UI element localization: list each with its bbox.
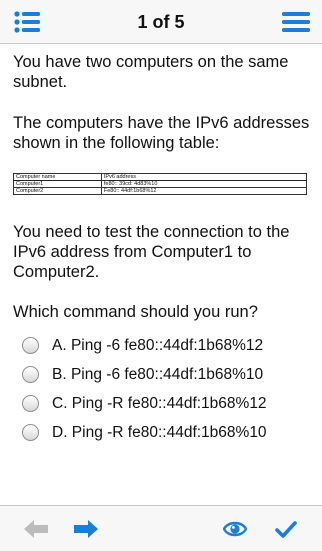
ip-address-table: Computer name IPv6 address Computer1 fe8… bbox=[13, 173, 308, 195]
top-bar: 1 of 5 bbox=[0, 0, 322, 44]
table-cell: fe80:: 39cd: 4d83%10 bbox=[100, 180, 308, 188]
question-paragraph-1: You have two computers on the same subne… bbox=[13, 53, 289, 91]
column-header: IPv6 address bbox=[100, 173, 308, 181]
arrow-left-icon[interactable] bbox=[24, 519, 48, 539]
option-label: B. Ping -6 fe80::44df:1b68%10 bbox=[52, 365, 264, 383]
eye-icon[interactable] bbox=[223, 519, 247, 539]
question-paragraph-2: The computers have the IPv6 addresses sh… bbox=[13, 114, 310, 152]
answer-options: A. Ping -6 fe80::44df:1b68%12 B. Ping -6… bbox=[22, 331, 312, 447]
page-title: 1 of 5 bbox=[137, 12, 185, 32]
table-cell: Computer1 bbox=[13, 180, 102, 188]
question-prompt: Which command should you run? bbox=[13, 303, 258, 321]
radio-button[interactable] bbox=[22, 337, 39, 354]
answer-option-b[interactable]: B. Ping -6 fe80::44df:1b68%10 bbox=[22, 360, 312, 389]
table-row: Computer2 Fe80:: 44df:1b68%12 bbox=[13, 187, 308, 195]
table-row: Computer1 fe80:: 39cd: 4d83%10 bbox=[13, 180, 308, 188]
radio-button[interactable] bbox=[22, 366, 39, 383]
menu-icon[interactable] bbox=[282, 10, 310, 34]
answer-option-c[interactable]: C. Ping -R fe80::44df:1b68%12 bbox=[22, 389, 312, 418]
answer-option-d[interactable]: D. Ping -R fe80::44df:1b68%10 bbox=[22, 418, 312, 447]
radio-button[interactable] bbox=[22, 395, 39, 412]
option-label: D. Ping -R fe80::44df:1b68%10 bbox=[52, 423, 267, 441]
arrow-right-icon[interactable] bbox=[74, 519, 98, 539]
table-header-row: Computer name IPv6 address bbox=[13, 173, 308, 181]
answer-option-a[interactable]: A. Ping -6 fe80::44df:1b68%12 bbox=[22, 331, 312, 360]
column-header: Computer name bbox=[13, 173, 102, 181]
table-cell: Fe80:: 44df:1b68%12 bbox=[100, 187, 308, 195]
radio-button[interactable] bbox=[22, 424, 39, 441]
checkmark-icon[interactable] bbox=[275, 519, 297, 539]
table-cell: Computer2 bbox=[13, 187, 102, 195]
bottom-toolbar bbox=[0, 505, 322, 551]
option-label: A. Ping -6 fe80::44df:1b68%12 bbox=[52, 336, 264, 354]
question-paragraph-3: You need to test the connection to the I… bbox=[13, 223, 290, 281]
option-label: C. Ping -R fe80::44df:1b68%12 bbox=[52, 394, 267, 412]
